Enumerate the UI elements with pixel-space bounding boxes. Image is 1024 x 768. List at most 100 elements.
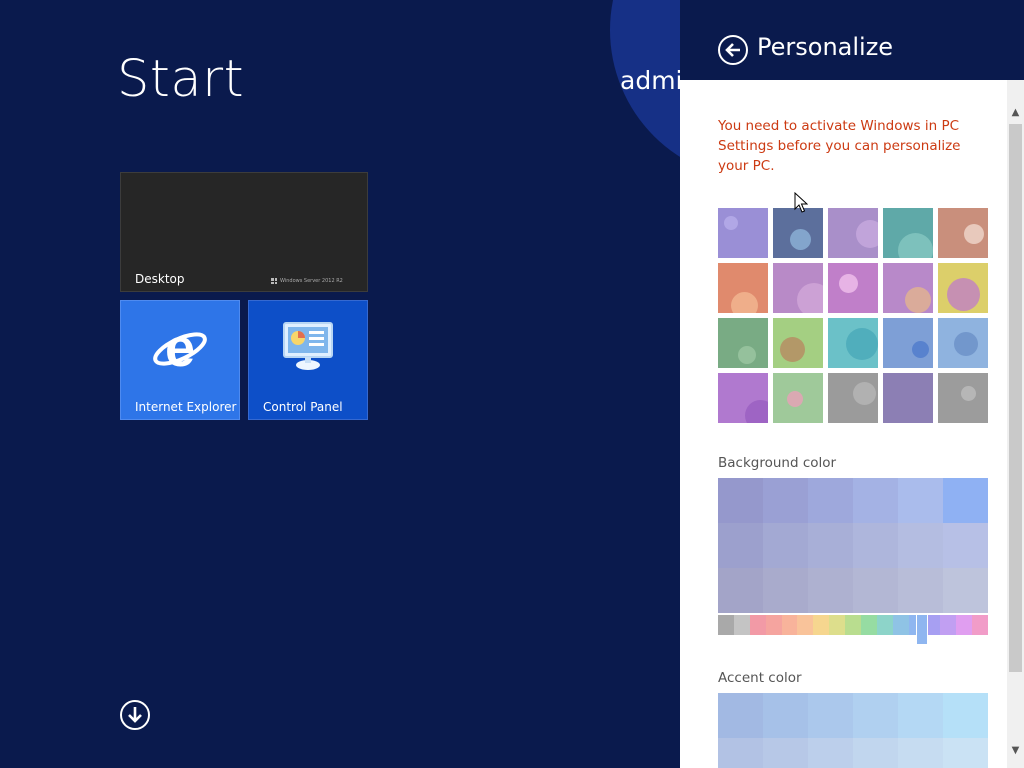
background-color-swatch[interactable] — [808, 568, 853, 613]
pattern-tile[interactable] — [883, 263, 933, 313]
pattern-tile[interactable] — [883, 208, 933, 258]
pattern-tile[interactable] — [773, 263, 823, 313]
start-title: Start — [117, 50, 245, 109]
accent-color-swatch[interactable] — [718, 693, 763, 738]
mouse-cursor-icon — [794, 192, 808, 213]
accent-color-swatch[interactable] — [943, 738, 988, 768]
pattern-motif — [954, 332, 978, 356]
pattern-tile[interactable] — [938, 208, 988, 258]
tile-desktop[interactable]: Windows Server 2012 R2 Desktop — [120, 172, 368, 292]
pattern-tile[interactable] — [828, 263, 878, 313]
accent-color-swatch[interactable] — [808, 738, 853, 768]
background-color-swatch[interactable] — [718, 568, 763, 613]
pattern-tile[interactable] — [718, 263, 768, 313]
user-name[interactable]: administrator — [620, 66, 680, 95]
pattern-tile[interactable] — [938, 318, 988, 368]
start-screen: Start administrator Windows Server 2012 … — [0, 0, 680, 768]
accent-color-swatch[interactable] — [763, 693, 808, 738]
accent-color-swatch[interactable] — [898, 738, 943, 768]
activation-warning: You need to activate Windows in PC Setti… — [718, 118, 961, 174]
background-color-swatch[interactable] — [853, 568, 898, 613]
pattern-motif — [745, 400, 768, 423]
background-color-swatch[interactable] — [718, 523, 763, 568]
accent-color-swatch[interactable] — [763, 738, 808, 768]
accent-color-swatch[interactable] — [718, 738, 763, 768]
accent-color-grid — [718, 693, 988, 768]
background-color-swatch[interactable] — [943, 523, 988, 568]
pattern-tile[interactable] — [828, 373, 878, 423]
pattern-tile[interactable] — [883, 373, 933, 423]
all-apps-button[interactable] — [120, 700, 150, 730]
down-arrow-icon — [128, 707, 142, 723]
pattern-motif — [787, 391, 803, 407]
personalize-panel: Personalize You need to activate Windows… — [680, 0, 1024, 768]
scroll-down-icon[interactable]: ▼ — [1007, 740, 1024, 760]
pattern-motif — [839, 274, 858, 293]
pattern-motif — [724, 216, 738, 230]
accent-color-swatch[interactable] — [853, 738, 898, 768]
pattern-tile[interactable] — [773, 318, 823, 368]
pattern-tile[interactable] — [718, 208, 768, 258]
scroll-up-icon[interactable]: ▲ — [1007, 102, 1024, 122]
desktop-brand-text: Windows Server 2012 R2 — [280, 278, 343, 284]
background-color-swatch[interactable] — [853, 478, 898, 523]
control-panel-icon — [249, 319, 367, 371]
hue-segment — [765, 615, 782, 635]
background-color-swatch[interactable] — [763, 478, 808, 523]
pattern-motif — [898, 233, 933, 258]
tile-internet-explorer-label: Internet Explorer — [135, 400, 237, 414]
accent-color-swatch[interactable] — [853, 693, 898, 738]
background-color-swatch[interactable] — [898, 478, 943, 523]
panel-scrollbar[interactable]: ▲ ▼ — [1007, 80, 1024, 768]
pattern-motif — [790, 229, 811, 250]
background-color-grid — [718, 478, 988, 613]
background-color-swatch[interactable] — [943, 568, 988, 613]
pattern-tile[interactable] — [938, 263, 988, 313]
hue-track — [718, 615, 988, 635]
pattern-tile[interactable] — [718, 318, 768, 368]
back-arrow-icon — [725, 43, 740, 57]
pattern-tile[interactable] — [773, 208, 823, 258]
background-color-swatch[interactable] — [943, 478, 988, 523]
internet-explorer-icon: e — [121, 319, 239, 379]
pattern-tile[interactable] — [718, 373, 768, 423]
hue-segment — [797, 615, 814, 635]
hue-segment — [956, 615, 972, 635]
pattern-motif — [731, 292, 758, 313]
pattern-tile[interactable] — [773, 373, 823, 423]
background-color-swatch[interactable] — [898, 568, 943, 613]
background-color-swatch[interactable] — [898, 523, 943, 568]
pattern-motif — [905, 287, 931, 313]
hue-segment — [940, 615, 957, 635]
hue-slider-thumb[interactable] — [916, 614, 928, 645]
windows-server-brand: Windows Server 2012 R2 — [271, 278, 343, 284]
pattern-motif — [961, 386, 976, 401]
panel-header: Personalize — [680, 0, 1024, 80]
scrollbar-thumb[interactable] — [1009, 124, 1022, 672]
pattern-tile[interactable] — [883, 318, 933, 368]
back-button[interactable] — [718, 35, 748, 65]
panel-title: Personalize — [757, 33, 894, 61]
background-color-swatch[interactable] — [808, 523, 853, 568]
accent-color-swatch[interactable] — [808, 693, 853, 738]
background-color-swatch[interactable] — [718, 478, 763, 523]
tile-control-panel[interactable]: Control Panel — [248, 300, 368, 420]
hue-segment — [733, 615, 750, 635]
accent-color-swatch[interactable] — [943, 693, 988, 738]
tile-internet-explorer[interactable]: e Internet Explorer — [120, 300, 240, 420]
hue-slider[interactable] — [718, 614, 988, 645]
accent-color-swatch[interactable] — [898, 693, 943, 738]
pattern-motif — [856, 220, 878, 248]
background-color-swatch[interactable] — [763, 523, 808, 568]
hue-segment — [781, 615, 798, 635]
hue-segment — [892, 615, 909, 635]
background-color-swatch[interactable] — [808, 478, 853, 523]
pattern-tile[interactable] — [938, 373, 988, 423]
background-color-swatch[interactable] — [763, 568, 808, 613]
background-color-swatch[interactable] — [853, 523, 898, 568]
pattern-motif — [797, 283, 823, 313]
pattern-tile[interactable] — [828, 318, 878, 368]
svg-text:e: e — [165, 319, 195, 378]
pattern-tile[interactable] — [828, 208, 878, 258]
pattern-motif — [964, 224, 984, 244]
